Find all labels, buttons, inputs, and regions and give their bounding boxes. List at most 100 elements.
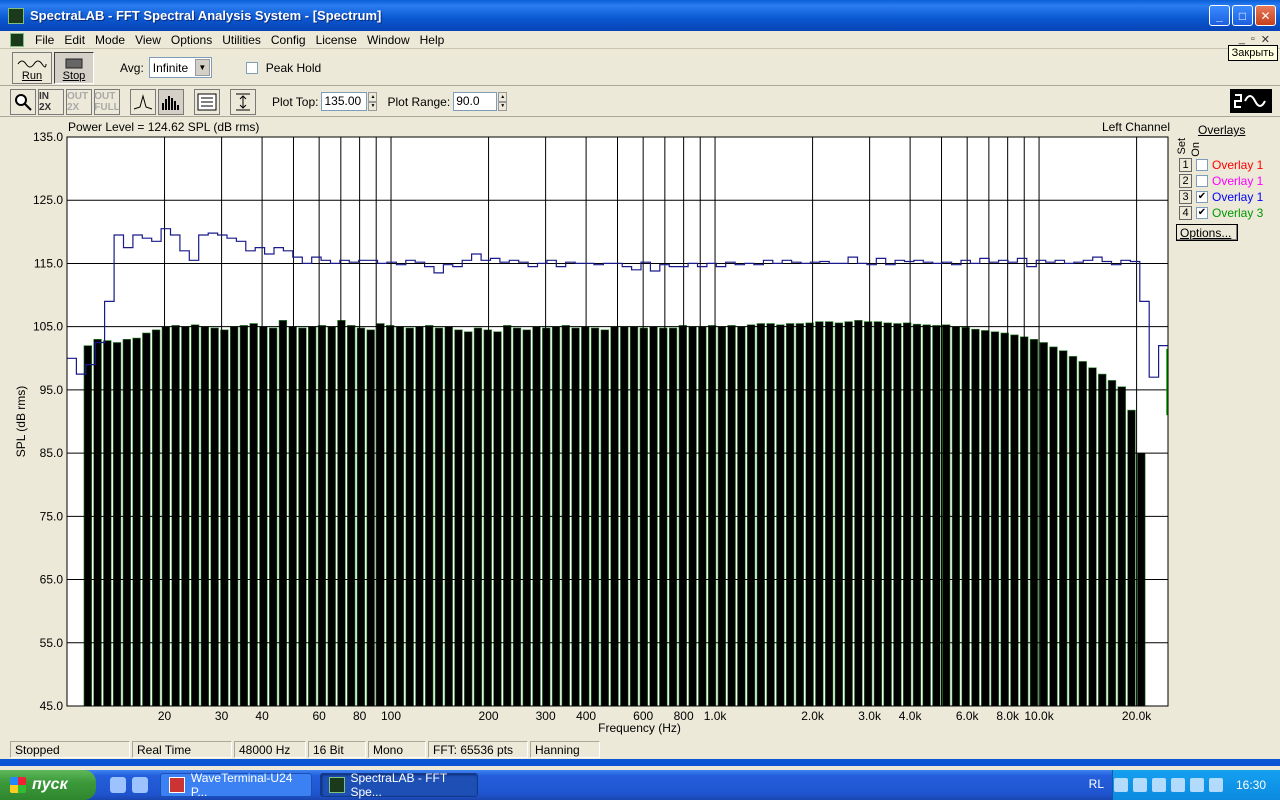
spectrum-bar: [971, 328, 980, 707]
menu-help[interactable]: Help: [415, 33, 450, 47]
volume-icon[interactable]: [1132, 778, 1147, 792]
overlay-on-checkbox[interactable]: [1196, 159, 1208, 171]
spectrum-bar: [844, 321, 853, 707]
spectrum-bar: [347, 325, 356, 707]
usb-icon[interactable]: [1113, 778, 1128, 792]
maximize-button[interactable]: □: [1232, 5, 1253, 26]
spin-up-icon[interactable]: ▲: [368, 92, 378, 102]
menu-window[interactable]: Window: [362, 33, 415, 47]
plot-range-input[interactable]: 90.0: [453, 92, 498, 111]
quick-launch-icon[interactable]: [110, 777, 126, 793]
minimize-button[interactable]: _: [1209, 5, 1230, 26]
menu-view[interactable]: View: [130, 33, 166, 47]
spin-down-icon[interactable]: ▼: [498, 101, 508, 111]
chevron-down-icon[interactable]: ▼: [194, 59, 210, 76]
menu-file[interactable]: File: [30, 33, 59, 47]
peak-hold-checkbox[interactable]: [245, 61, 258, 74]
overlay-options-button[interactable]: Options...: [1176, 224, 1238, 241]
y-tick-label: 65.0: [40, 573, 64, 587]
spectrum-bar: [112, 342, 122, 707]
spin-up-icon[interactable]: ▲: [498, 92, 508, 102]
menu-edit[interactable]: Edit: [59, 33, 90, 47]
autoscale-button[interactable]: [230, 88, 256, 115]
spectrum-bar: [873, 321, 883, 707]
title-bar[interactable]: SpectraLAB - FFT Spectral Analysis Syste…: [0, 0, 1280, 31]
window-border: [0, 759, 1280, 766]
zoom-out-full-button[interactable]: OUT FULL: [94, 88, 120, 115]
display-settings-button[interactable]: [194, 88, 220, 115]
zoom-out-2x-button[interactable]: OUT 2X: [66, 88, 92, 115]
x-tick-label: 100: [381, 709, 401, 723]
spectrum-chart[interactable]: 135.0 125.0 115.0 105.0 95.0 85.0 75.0 65.0 55.0…: [6, 118, 1174, 738]
menu-config[interactable]: Config: [266, 33, 311, 47]
status-sample-rate: 48000 Hz: [234, 740, 306, 758]
magnifier-button[interactable]: [10, 88, 36, 115]
plot-top-spinner[interactable]: ▲ ▼: [368, 92, 378, 111]
spectrum-bar: [590, 327, 600, 707]
display-icon[interactable]: [1208, 778, 1223, 792]
spectrum-bar: [386, 325, 395, 707]
spectrum-bar: [815, 321, 824, 707]
menu-options[interactable]: Options: [166, 33, 217, 47]
overlay-set-button[interactable]: 2: [1179, 174, 1192, 188]
run-label: Run: [21, 69, 43, 82]
overlay-on-checkbox[interactable]: ✔: [1196, 191, 1208, 203]
bar-mode-button[interactable]: [158, 88, 184, 115]
menu-mode[interactable]: Mode: [90, 33, 130, 47]
spectrum-bar: [1107, 380, 1117, 707]
close-button[interactable]: ✕: [1255, 5, 1276, 26]
spectrum-bar: [366, 329, 375, 707]
peak-hold-toggle[interactable]: Peak Hold: [245, 61, 321, 75]
x-tick-label: 10.0k: [1024, 709, 1054, 723]
x-tick-label: 200: [479, 709, 499, 723]
spectrum-bar: [376, 323, 385, 707]
plot-range-spinner[interactable]: ▲ ▼: [498, 92, 508, 111]
run-button[interactable]: Run: [12, 51, 52, 84]
avg-select[interactable]: Infinite ▼: [148, 57, 212, 78]
spectrum-bar: [756, 323, 766, 707]
bar-graph-icon: [162, 95, 179, 110]
stop-button[interactable]: Stop: [54, 51, 94, 84]
ie-icon[interactable]: [132, 777, 148, 793]
task-spectralab[interactable]: SpectraLAB - FFT Spe...: [320, 771, 478, 799]
line-mode-button[interactable]: [130, 88, 156, 115]
x-axis-label: Frequency (Hz): [598, 721, 681, 735]
overlay-label: Overlay 3: [1212, 206, 1264, 220]
window-title: SpectraLAB - FFT Spectral Analysis Syste…: [30, 8, 382, 23]
overlay-set-button[interactable]: 4: [1179, 206, 1192, 220]
overlay-on-checkbox[interactable]: ✔: [1196, 207, 1208, 219]
spectrum-bar: [1078, 361, 1087, 707]
spectrum-bar: [668, 327, 678, 707]
task-label: WaveTerminal-U24 P...: [190, 771, 293, 799]
overlay-set-button[interactable]: 3: [1179, 190, 1192, 204]
overlay-set-button[interactable]: 1: [1179, 158, 1192, 172]
task-waveterminal[interactable]: WaveTerminal-U24 P...: [160, 771, 312, 799]
spectrum-bar: [503, 325, 512, 707]
spectrum-bar: [883, 322, 892, 707]
document-icon[interactable]: [10, 32, 24, 47]
y-axis-label: SPL (dB rms): [14, 386, 28, 458]
spectrum-bar: [639, 327, 648, 707]
menu-license[interactable]: License: [311, 33, 362, 47]
spectrum-bar: [1117, 386, 1126, 707]
audio-panel-icon[interactable]: [1189, 778, 1204, 792]
main-toolbar: Run Stop Avg: Infinite ▼ Peak Hold: [0, 50, 1280, 86]
start-label: пуск: [32, 776, 68, 793]
language-indicator[interactable]: RL: [1089, 777, 1104, 791]
clock: 16:30: [1235, 778, 1266, 792]
security-icon[interactable]: [1170, 778, 1185, 792]
overlay-row-2: 2 Overlay 1: [1179, 174, 1263, 188]
spin-down-icon[interactable]: ▼: [368, 101, 378, 111]
spectrum-bar: [464, 331, 473, 707]
spectralab-app-icon[interactable]: [8, 7, 24, 24]
overlay-on-checkbox[interactable]: [1196, 175, 1208, 187]
status-state: Stopped: [10, 740, 130, 758]
plot-top-input[interactable]: 135.00: [321, 92, 368, 111]
start-button[interactable]: пуск: [0, 770, 96, 800]
signal-generator-icon[interactable]: [1230, 89, 1272, 113]
zoom-in-2x-button[interactable]: IN 2X: [38, 88, 64, 115]
overlay-label: Overlay 1: [1212, 190, 1264, 204]
x-tick-label: 1.0k: [704, 709, 728, 723]
network-icon[interactable]: [1151, 778, 1166, 792]
menu-utilities[interactable]: Utilities: [217, 33, 266, 47]
